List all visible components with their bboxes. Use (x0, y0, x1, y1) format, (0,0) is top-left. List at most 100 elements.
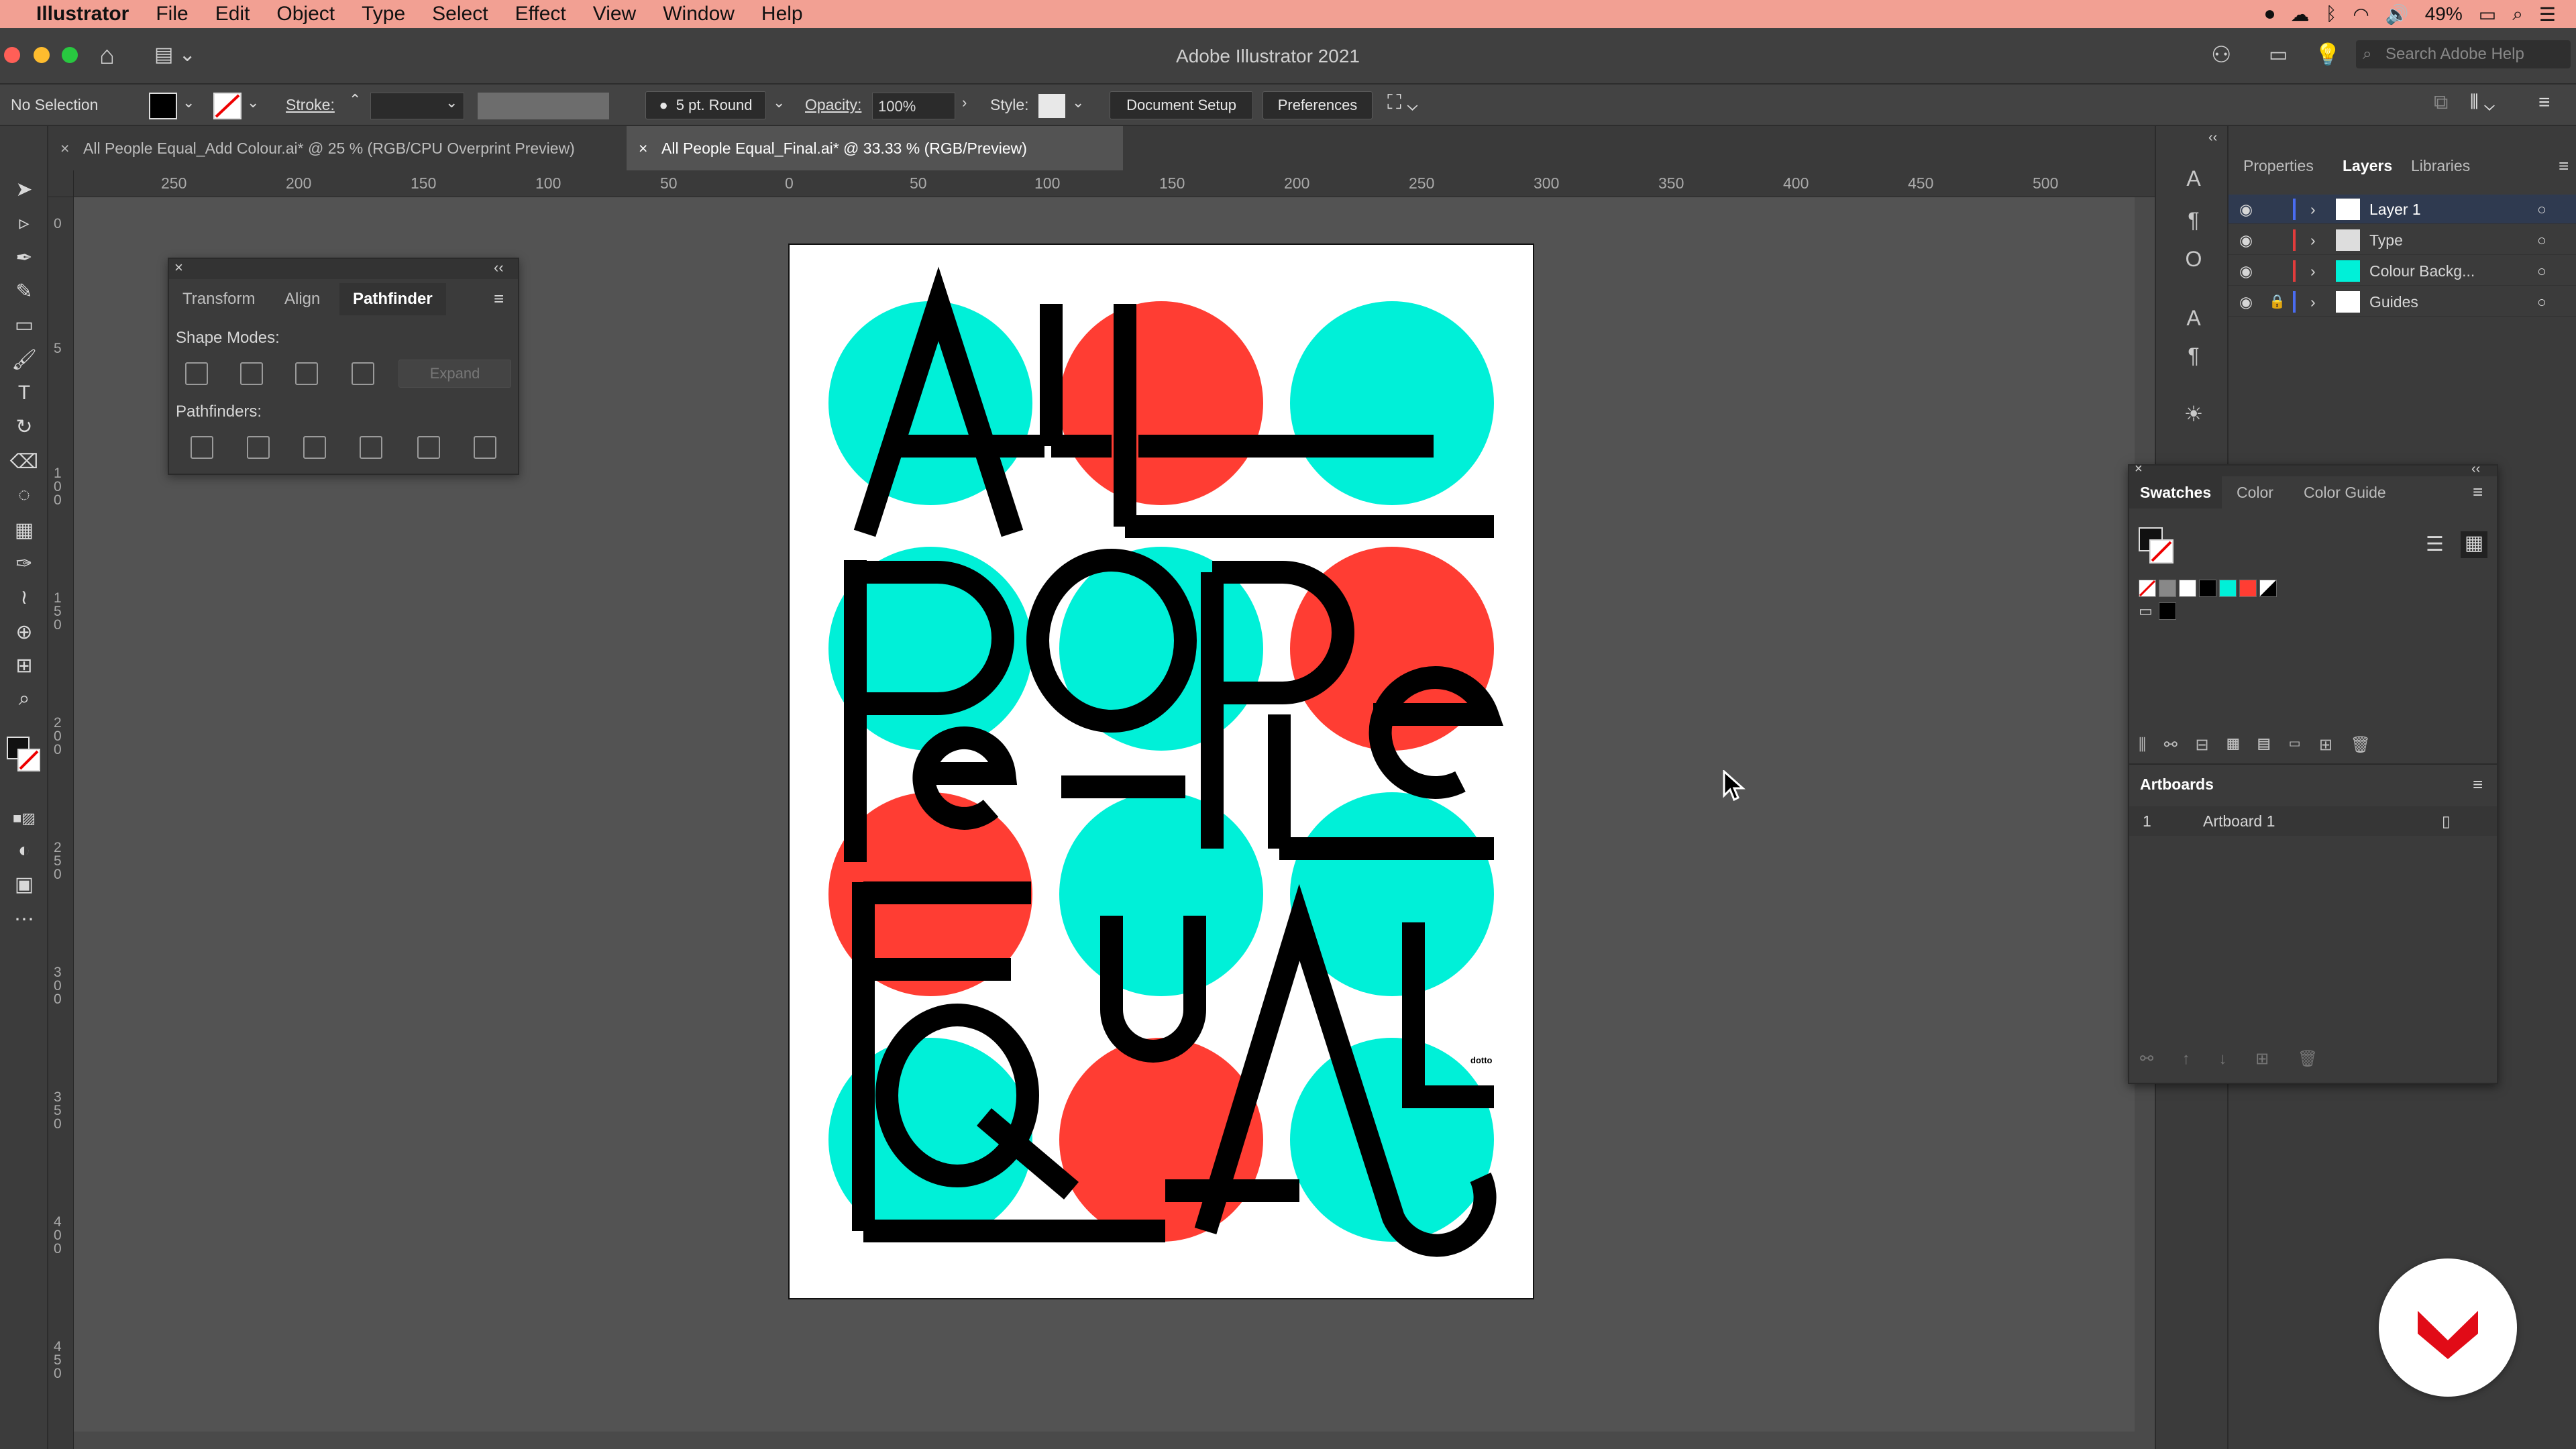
menu-app-name[interactable]: Illustrator (36, 3, 129, 25)
preferences-button[interactable]: Preferences (1263, 91, 1373, 119)
menu-select[interactable]: Select (432, 3, 488, 25)
eraser-tool-icon[interactable]: ⌫ (5, 447, 43, 476)
crop-icon[interactable] (360, 436, 382, 459)
visibility-eye-icon[interactable]: ◉ (2239, 256, 2253, 286)
ruler-origin[interactable] (48, 170, 74, 197)
color-swatch[interactable] (2199, 580, 2216, 597)
color-swatch[interactable] (2239, 580, 2257, 597)
stroke-label[interactable]: Stroke: (286, 96, 335, 114)
document-setup-button[interactable]: Document Setup (1110, 91, 1253, 119)
type-tool-icon[interactable]: T (5, 378, 43, 408)
rotate-tool-icon[interactable]: ↻ (5, 412, 43, 441)
color-swatch[interactable] (2179, 580, 2196, 597)
curvature-tool-icon[interactable]: ✎ (5, 276, 43, 306)
swatches-menu-icon[interactable]: ≡ (2473, 482, 2483, 502)
arrange-documents-icon[interactable]: ▭ (2269, 43, 2288, 66)
horizontal-scrollbar[interactable] (74, 1432, 2135, 1449)
appearance-panel-icon[interactable]: ☀ (2180, 401, 2207, 428)
help-search-input[interactable]: ⌕ Search Adobe Help (2356, 40, 2571, 68)
arrange-panel-icon[interactable]: ⫴ ⌄ (2470, 91, 2495, 114)
character-panel-icon[interactable]: A (2180, 166, 2207, 193)
merge-icon[interactable] (303, 436, 326, 459)
lock-icon[interactable]: 🔒 (2269, 287, 2286, 317)
opacity-chevron-icon[interactable]: › (962, 94, 967, 111)
tab-final[interactable]: × All People Equal_Final.ai* @ 33.33 % (… (627, 126, 1123, 170)
none-swatch[interactable] (2139, 580, 2156, 597)
layer-name[interactable]: Layer 1 (2369, 195, 2421, 224)
expand-button[interactable]: Expand (398, 360, 511, 388)
lasso-tool-icon[interactable]: ◌ (5, 480, 43, 510)
close-tab-icon[interactable]: × (639, 126, 647, 170)
minus-back-icon[interactable] (474, 436, 496, 459)
battery-icon[interactable]: ▭ (2479, 3, 2496, 25)
align-to-icon[interactable]: ⧉ (2434, 91, 2448, 114)
visibility-eye-icon[interactable]: ◉ (2239, 225, 2253, 255)
menu-type[interactable]: Type (362, 3, 405, 25)
select-similar-icon[interactable]: ⛶ ⌄ (1387, 91, 1418, 114)
share-icon[interactable]: ⚇ (2211, 42, 2231, 68)
fill-dropdown-chevron-icon[interactable]: ⌄ (182, 94, 195, 111)
menu-effect[interactable]: Effect (515, 3, 566, 25)
close-tab-icon[interactable]: × (60, 126, 69, 170)
collapse-panel-icon[interactable]: ‹‹ (494, 259, 504, 276)
expand-chevron-icon[interactable]: › (2310, 195, 2316, 224)
visibility-eye-icon[interactable]: ◉ (2239, 287, 2253, 317)
wifi-icon[interactable]: ◠ (2353, 3, 2369, 25)
menu-object[interactable]: Object (276, 3, 335, 25)
control-center-icon[interactable]: ☰ (2539, 3, 2556, 25)
stroke-swatch[interactable] (213, 93, 241, 119)
expand-chevron-icon[interactable]: › (2310, 287, 2316, 317)
tab-color-guide[interactable]: Color Guide (2293, 476, 2397, 508)
menu-help[interactable]: Help (761, 3, 803, 25)
color-mode-icon[interactable]: ■▨ (5, 804, 43, 833)
menu-window[interactable]: Window (663, 3, 735, 25)
list-view-icon[interactable]: ☰ (2426, 533, 2444, 556)
grid-view-icon[interactable]: ▦ (2461, 531, 2487, 558)
layer-row[interactable]: ◉ › Colour Backg... ○ (2229, 256, 2576, 286)
direct-selection-tool-icon[interactable]: ▹ (5, 208, 43, 237)
artboard-options-icon[interactable]: ▯ (2442, 806, 2451, 836)
target-circle-icon[interactable]: ○ (2537, 287, 2546, 317)
bluetooth-icon[interactable]: ᛒ (2326, 3, 2337, 25)
tab-transform[interactable]: Transform (169, 283, 268, 315)
record-icon[interactable]: ⏺ (2265, 3, 2275, 25)
tab-swatches[interactable]: Swatches (2129, 476, 2222, 508)
trim-icon[interactable] (247, 436, 270, 459)
black-white-swatch[interactable] (2259, 580, 2277, 597)
stroke-dropdown-chevron-icon[interactable]: ⌄ (247, 94, 259, 111)
rectangle-tool-icon[interactable]: ▭ (5, 310, 43, 339)
variable-width-profile[interactable] (478, 93, 609, 119)
swatch-folder-icon[interactable]: ▭ (2139, 602, 2153, 620)
paragraph-styles-icon[interactable]: ¶ (2180, 343, 2207, 370)
stroke-swatch[interactable] (2149, 539, 2174, 564)
collapse-panel-icon[interactable]: ‹‹ (2471, 462, 2480, 477)
paintbrush-tool-icon[interactable]: 🖌 (5, 345, 43, 374)
divide-icon[interactable] (191, 436, 213, 459)
poster-artwork[interactable]: dotto (790, 245, 1534, 1299)
artboard[interactable]: dotto (788, 244, 1534, 1299)
target-circle-icon[interactable]: ○ (2537, 195, 2546, 224)
collapse-dock-icon[interactable]: ‹‹ (2208, 130, 2217, 146)
fill-swatch[interactable] (149, 93, 177, 119)
color-swatch[interactable] (2219, 580, 2237, 597)
artboards-footer-icons[interactable]: ⚯ ↑ ↓ ⊞ 🗑 (2140, 1049, 2330, 1069)
menu-view[interactable]: View (593, 3, 636, 25)
spotlight-icon[interactable]: ⌕ (2512, 3, 2523, 25)
tab-pathfinder[interactable]: Pathfinder (339, 283, 446, 315)
close-panel-icon[interactable]: × (174, 259, 183, 276)
paragraph-panel-icon[interactable]: ¶ (2180, 208, 2207, 235)
expand-chevron-icon[interactable]: › (2310, 225, 2316, 255)
close-panel-icon[interactable]: × (2135, 462, 2143, 477)
selection-tool-icon[interactable]: ➤ (5, 174, 43, 204)
gradient-tool-icon[interactable]: ▦ (5, 515, 43, 545)
panel-header[interactable]: × ‹‹ (2129, 462, 2497, 476)
menu-edit[interactable]: Edit (215, 3, 250, 25)
width-tool-icon[interactable]: ≀ (5, 582, 43, 612)
opacity-field[interactable]: 100% (872, 93, 955, 119)
screen-mode-icon[interactable]: ▣ (5, 869, 43, 899)
tab-layers[interactable]: Layers (2334, 146, 2400, 185)
visibility-eye-icon[interactable]: ◉ (2239, 195, 2253, 224)
tab-libraries[interactable]: Libraries (2403, 146, 2478, 185)
layer-name[interactable]: Type (2369, 225, 2403, 255)
artboard-tool-icon[interactable]: ⊞ (5, 651, 43, 680)
